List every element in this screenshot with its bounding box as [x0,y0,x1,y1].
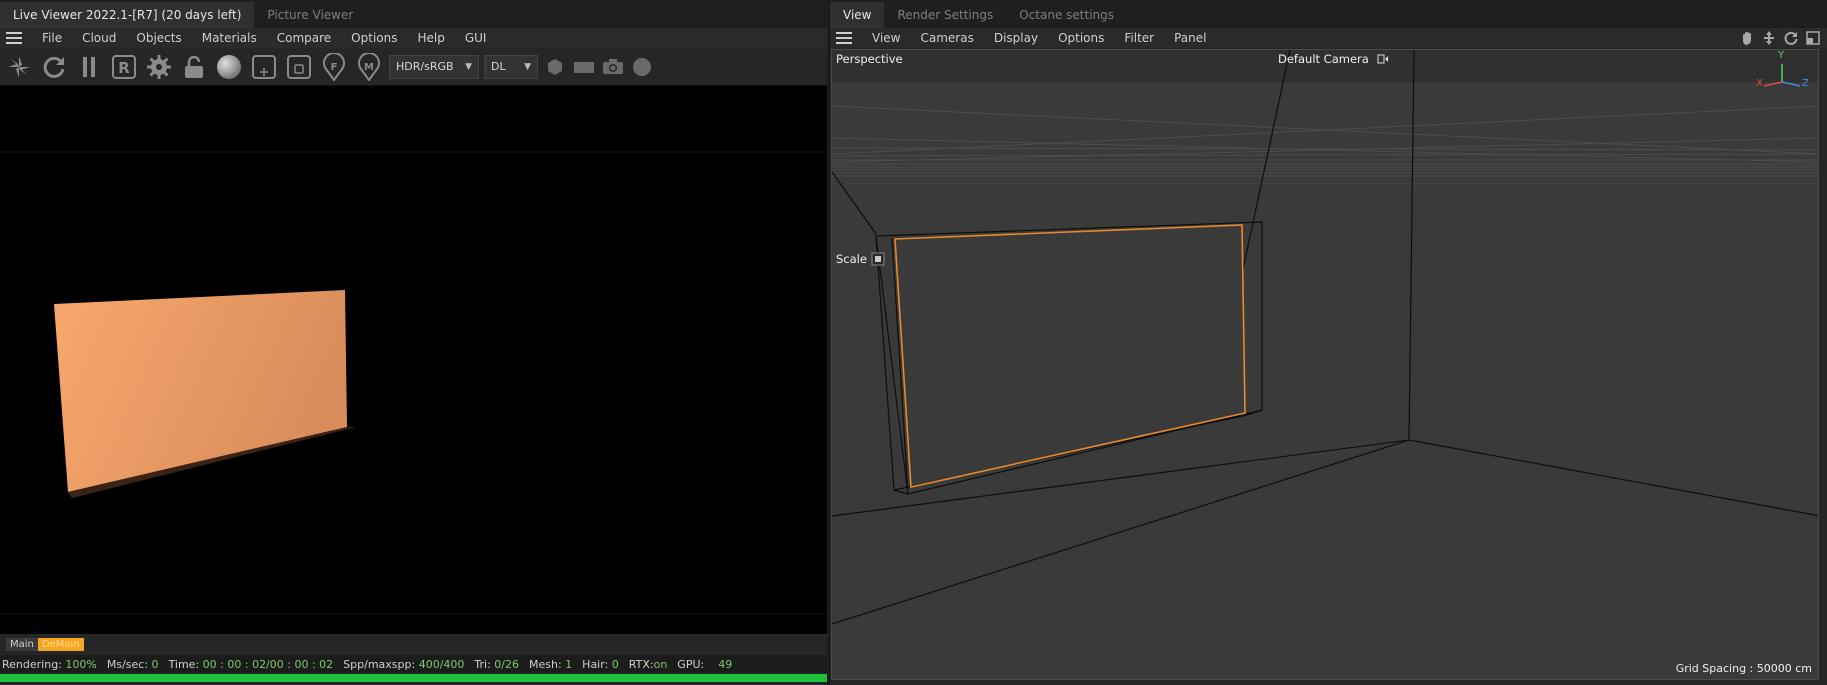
pause-icon[interactable] [74,52,104,82]
menu-materials[interactable]: Materials [192,28,267,48]
scene-wireframe [832,50,1818,679]
menu-options[interactable]: Options [341,28,407,48]
spp-value: 400/400 [418,657,465,671]
tab-render-settings[interactable]: Render Settings [884,2,1006,28]
axis-x-label: X [1756,78,1763,89]
menu-help[interactable]: Help [407,28,454,48]
menu-objects[interactable]: Objects [126,28,191,48]
time-value: 00 : 00 : 02/00 : 00 : 02 [202,657,334,671]
selected-plane-outline [894,224,1246,488]
menu-display[interactable]: Display [984,28,1048,48]
live-viewer-toolbar: R F M HDR/sRGB ▼ DL ▼ [0,48,827,86]
refresh-icon[interactable] [39,52,69,82]
chevron-down-icon: ▼ [465,61,472,72]
rtx-value: on [653,657,668,671]
material-letter: M [364,62,374,73]
small-region-icon[interactable] [284,52,314,82]
layer-demain[interactable]: DeMain [37,638,84,651]
editor-viewport[interactable]: Perspective Default Camera Scale Y X Z G… [831,49,1819,680]
maximize-icon[interactable] [1805,30,1821,46]
circle-icon[interactable] [630,52,654,82]
mesh-label: Mesh: [529,657,562,671]
material-sphere-icon[interactable] [214,52,244,82]
menu-options[interactable]: Options [1048,28,1114,48]
focus-picker-icon[interactable]: F [319,52,349,82]
axis-z-label: Z [1802,78,1809,89]
cube-icon[interactable] [543,52,567,82]
view-panel: View Render Settings Octane settings Vie… [829,0,1827,685]
mesh-value: 1 [565,657,573,671]
live-viewer-menubar: File Cloud Objects Materials Compare Opt… [0,28,827,48]
menu-cameras[interactable]: Cameras [910,28,983,48]
axis-y-label: Y [1778,50,1785,61]
pan-hand-icon[interactable] [1739,30,1755,46]
send-icon[interactable] [4,52,34,82]
render-progress-bar [0,674,827,682]
view-menubar: View Cameras Display Options Filter Pane… [830,28,1827,48]
render-viewport[interactable] [0,86,827,634]
settings-gear-icon[interactable] [144,52,174,82]
scale-label: Scale [836,252,867,266]
tri-value: 0/26 [494,657,519,671]
tab-view[interactable]: View [830,2,885,28]
right-tabbar: View Render Settings Octane settings [830,0,1827,28]
add-region-icon[interactable] [249,52,279,82]
live-viewer-panel: Live Viewer 2022.1-[R7] (20 days left) P… [0,0,827,685]
chevron-down-icon: ▼ [524,61,531,72]
region-icon[interactable]: R [109,52,139,82]
focus-letter: F [331,62,338,73]
menu-cloud[interactable]: Cloud [72,28,126,48]
render-layer-bar: Main DeMain [6,638,84,651]
render-statusbar: Rendering: 100% Ms/sec: 0 Time: 00 : 00 … [0,655,827,673]
gpu-value: 49 [718,657,733,671]
spp-label: Spp/maxspp: [343,657,416,671]
left-tabbar: Live Viewer 2022.1-[R7] (20 days left) P… [0,0,827,28]
move-arrows-icon[interactable] [1761,30,1777,46]
region-letter: R [118,59,130,77]
grid-spacing-label: Grid Spacing : 50000 cm [1675,662,1812,675]
menu-view[interactable]: View [862,28,910,48]
layer-main[interactable]: Main [6,638,38,651]
kernel-select[interactable]: DL ▼ [484,54,538,79]
material-picker-icon[interactable]: M [354,52,384,82]
hair-label: Hair: [582,657,609,671]
gpu-label: GPU: [677,657,705,671]
rendering-value: 100% [65,657,97,671]
rotate-icon[interactable] [1783,30,1799,46]
ms-label: Ms/sec: [106,657,149,671]
render-progress-fill [0,674,827,682]
tri-label: Tri: [474,657,491,671]
menu-panel[interactable]: Panel [1164,28,1216,48]
color-space-value: HDR/sRGB [396,59,454,73]
color-space-select[interactable]: HDR/sRGB ▼ [389,54,479,79]
tab-picture-viewer[interactable]: Picture Viewer [254,2,366,28]
hamburger-menu-icon[interactable] [836,32,852,44]
hamburger-menu-icon[interactable] [6,32,22,44]
tab-octane-settings[interactable]: Octane settings [1006,2,1127,28]
rtx-label: RTX: [628,657,654,671]
menu-gui[interactable]: GUI [455,28,497,48]
menu-file[interactable]: File [32,28,72,48]
time-label: Time: [168,657,200,671]
tab-live-viewer[interactable]: Live Viewer 2022.1-[R7] (20 days left) [0,2,255,28]
menu-compare[interactable]: Compare [267,28,341,48]
viewport-nav-icons [1739,30,1821,46]
ms-value: 0 [151,657,159,671]
rendering-label: Rendering: [2,657,62,671]
film-icon[interactable] [572,52,596,82]
camera-label[interactable]: Default Camera [1278,52,1369,66]
menu-filter[interactable]: Filter [1114,28,1164,48]
projection-label[interactable]: Perspective [836,52,903,66]
kernel-value: DL [491,59,506,73]
camera-lock-icon[interactable] [1377,54,1389,64]
lock-icon[interactable] [179,52,209,82]
camera-icon[interactable] [601,52,625,82]
render-output [0,151,827,615]
hair-value: 0 [611,657,619,671]
